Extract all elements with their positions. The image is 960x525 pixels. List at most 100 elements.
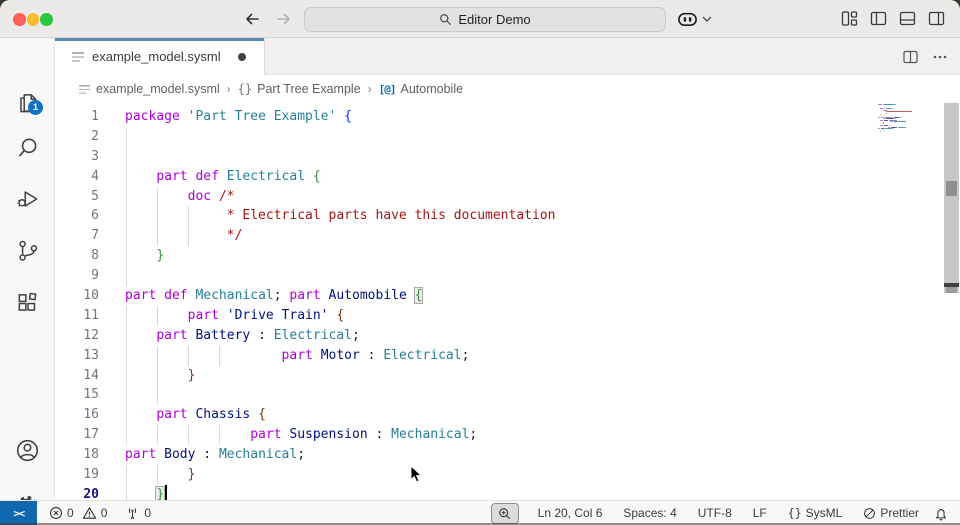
line-number[interactable]: 1	[55, 107, 99, 127]
ports-indicator[interactable]: 0	[119, 502, 157, 524]
copilot-menu-button[interactable]	[676, 9, 712, 29]
code-line[interactable]: 14 }	[55, 365, 960, 386]
more-actions-icon[interactable]	[932, 50, 948, 64]
code-line[interactable]: 19 }	[55, 465, 960, 485]
modified-dot-icon[interactable]	[237, 52, 246, 61]
line-number[interactable]: 18	[55, 445, 99, 465]
title-bar: Editor Demo	[0, 0, 960, 38]
namespace-icon: {}	[237, 82, 253, 96]
code-line[interactable]: 18 part Body : Mechanical;	[55, 445, 960, 465]
sidebar-item-run-debug[interactable]	[0, 182, 55, 216]
language-mode[interactable]: {} SysML	[782, 502, 849, 524]
line-number[interactable]: 13	[55, 346, 99, 366]
code-token: Electrical	[383, 347, 462, 363]
formatter-indicator[interactable]: Prettier	[857, 502, 925, 524]
navigate-back-button[interactable]	[241, 8, 263, 30]
indent-guide	[125, 266, 127, 287]
problems-indicator[interactable]: 0 0	[43, 502, 113, 524]
code-line[interactable]: 9	[55, 266, 960, 287]
code-line[interactable]: 16 part Chassis {	[55, 405, 960, 426]
cursor-position[interactable]: Ln 20, Col 6	[532, 502, 609, 524]
code-editor[interactable]: 1 package 'Part Tree Example' {2 3 4 part d…	[55, 103, 960, 500]
line-number[interactable]: 12	[55, 326, 99, 346]
code-token: {	[336, 307, 345, 323]
command-center-search[interactable]: Editor Demo	[304, 7, 666, 32]
code-token: 'Part Tree Example'	[187, 109, 337, 124]
code-token: Suspension	[289, 427, 368, 443]
navigate-forward-button[interactable]	[273, 8, 295, 30]
code-line[interactable]: 6 * Electrical parts have this documenta…	[55, 206, 960, 227]
minimize-window-button[interactable]	[26, 13, 39, 26]
account-button[interactable]	[0, 433, 55, 467]
code-line[interactable]: 3	[55, 146, 960, 167]
split-editor-icon[interactable]	[903, 50, 918, 64]
line-number[interactable]: 4	[55, 167, 99, 187]
notifications-bell-icon[interactable]	[934, 506, 948, 521]
zoom-window-button[interactable]	[40, 13, 53, 26]
line-number[interactable]: 6	[55, 206, 99, 226]
code-line[interactable]: 5 doc /*	[55, 186, 960, 207]
line-number[interactable]: 3	[55, 147, 99, 167]
toggle-panel-icon[interactable]	[899, 10, 916, 27]
line-number[interactable]: 5	[55, 187, 99, 207]
close-window-button[interactable]	[13, 13, 26, 26]
line-number[interactable]: 11	[55, 306, 99, 326]
warning-icon	[82, 507, 96, 519]
sidebar-item-explorer[interactable]: 1	[0, 86, 55, 120]
editor-scrollbar[interactable]	[944, 103, 959, 293]
code-token: :	[203, 447, 212, 463]
code-line[interactable]: 10 part def Mechanical; part Automobile {	[55, 286, 960, 306]
line-number[interactable]: 14	[55, 366, 99, 386]
code-line[interactable]: 2	[55, 126, 960, 147]
indentation-setting[interactable]: Spaces: 4	[617, 502, 682, 524]
tab-example-model[interactable]: example_model.sysml	[55, 38, 265, 75]
minimap-line	[893, 121, 897, 123]
code-line[interactable]: 8 }	[55, 246, 960, 267]
code-line[interactable]: 13 part Motor : Electrical;	[55, 345, 960, 366]
eol-setting[interactable]: LF	[747, 502, 773, 524]
toggle-secondary-sidebar-icon[interactable]	[928, 10, 945, 27]
scrollbar-thumb[interactable]	[946, 181, 957, 196]
warning-count: 0	[100, 506, 108, 520]
minimap[interactable]	[878, 104, 924, 138]
code-line[interactable]: 20 }	[55, 484, 960, 500]
line-number[interactable]: 9	[55, 266, 99, 286]
line-number[interactable]: 7	[55, 226, 99, 246]
remote-indicator[interactable]: ><	[0, 500, 37, 525]
code-line[interactable]: 11 part 'Drive Train' {	[55, 305, 960, 326]
sidebar-item-source-control[interactable]	[0, 234, 55, 268]
sidebar-item-search[interactable]	[0, 131, 55, 165]
code-line[interactable]: 12 part Battery : Electrical;	[55, 325, 960, 346]
line-number[interactable]: 15	[55, 385, 99, 405]
code-line[interactable]: 1 package 'Part Tree Example' {	[55, 107, 960, 127]
breadcrumb-item-symbol[interactable]: Automobile	[401, 82, 464, 96]
customize-layout-icon[interactable]	[841, 10, 858, 27]
code-line[interactable]: 15	[55, 385, 960, 406]
line-number[interactable]: 8	[55, 246, 99, 266]
line-number[interactable]: 19	[55, 465, 99, 485]
line-number[interactable]: 16	[55, 405, 99, 425]
line-number[interactable]: 17	[55, 425, 99, 445]
code-line[interactable]: 17 part Suspension : Mechanical;	[55, 425, 960, 446]
minimap-line	[895, 104, 897, 106]
code-token: def	[195, 168, 219, 184]
code-line[interactable]: 4 part def Electrical {	[55, 166, 960, 187]
line-number[interactable]: 10	[55, 286, 99, 306]
encoding-setting[interactable]: UTF-8	[692, 502, 738, 524]
minimap-line	[880, 119, 883, 121]
code-token: Mechanical	[391, 427, 470, 443]
code-token: package	[125, 109, 180, 124]
toggle-primary-sidebar-icon[interactable]	[870, 10, 887, 27]
breadcrumb-item-package[interactable]: Part Tree Example	[257, 82, 361, 96]
zoom-indicator-button[interactable]	[490, 502, 519, 524]
code-token: Automobile	[328, 288, 407, 304]
sidebar-item-extensions[interactable]	[0, 286, 55, 320]
line-number[interactable]: 2	[55, 127, 99, 147]
scrollbar-lower-thumb[interactable]	[946, 287, 957, 293]
line-number[interactable]: 20	[55, 485, 99, 500]
minimap-line	[878, 116, 881, 118]
breadcrumb-item-file[interactable]: example_model.sysml	[96, 82, 220, 96]
code-line[interactable]: 7 */	[55, 226, 960, 247]
